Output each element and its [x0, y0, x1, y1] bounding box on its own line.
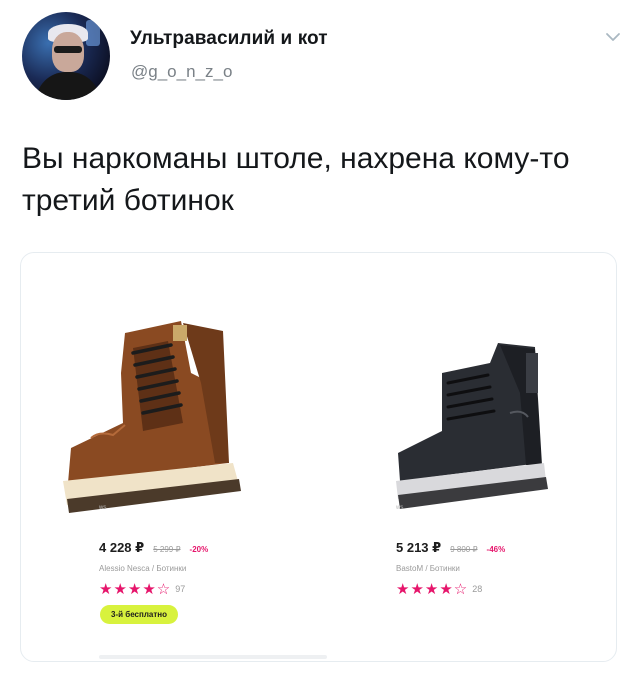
old-price: 9 800 ₽	[450, 545, 478, 554]
old-price: 5 299 ₽	[153, 545, 181, 554]
avatar-glasses	[54, 46, 82, 53]
brand-tag: ws	[99, 505, 107, 511]
boot-zipper	[526, 353, 538, 393]
brand-category[interactable]: BastoM / Ботинки	[396, 564, 460, 573]
product-item[interactable]: ws 5 213 ₽ 9 800 ₽ -46% BastoM / Ботинки…	[318, 253, 615, 661]
review-count: 97	[175, 584, 186, 594]
review-count: 28	[472, 584, 483, 594]
star-rating-icon: ★★★★☆	[396, 581, 469, 598]
price: 5 213 ₽	[396, 540, 442, 555]
display-name[interactable]: Ультравасилий и кот	[130, 28, 328, 50]
promo-badge: 3-й бесплатно	[100, 605, 178, 624]
price-row: 5 213 ₽ 9 800 ₽ -46%	[396, 540, 505, 556]
price-row: 4 228 ₽ 5 299 ₽ -20%	[99, 540, 208, 556]
rating: ★★★★☆ 28	[396, 580, 482, 598]
discount-badge: -20%	[189, 545, 209, 554]
avatar-background-light	[86, 20, 100, 46]
product-item[interactable]: ws 4 228 ₽ 5 299 ₽ -20% Alessio Nesca / …	[21, 253, 318, 661]
brand-tag: ws	[396, 505, 404, 511]
boot-label	[173, 325, 187, 341]
product-card-image[interactable]: ws 4 228 ₽ 5 299 ₽ -20% Alessio Nesca / …	[20, 252, 617, 662]
brand-category[interactable]: Alessio Nesca / Ботинки	[99, 564, 186, 573]
star-rating-icon: ★★★★☆	[99, 581, 172, 598]
price: 4 228 ₽	[99, 540, 145, 555]
user-handle[interactable]: @g_o_n_z_o	[131, 62, 232, 82]
avatar[interactable]	[22, 12, 110, 100]
avatar-body	[36, 72, 100, 100]
rating: ★★★★☆ 97	[99, 580, 185, 598]
boot-image[interactable]	[33, 313, 303, 523]
boot-image[interactable]	[330, 313, 600, 523]
discount-badge: -46%	[486, 545, 506, 554]
tweet-text: Вы наркоманы штоле, нахрена кому-то трет…	[22, 142, 570, 217]
card-divider	[99, 655, 327, 659]
chevron-down-icon[interactable]	[604, 28, 622, 46]
